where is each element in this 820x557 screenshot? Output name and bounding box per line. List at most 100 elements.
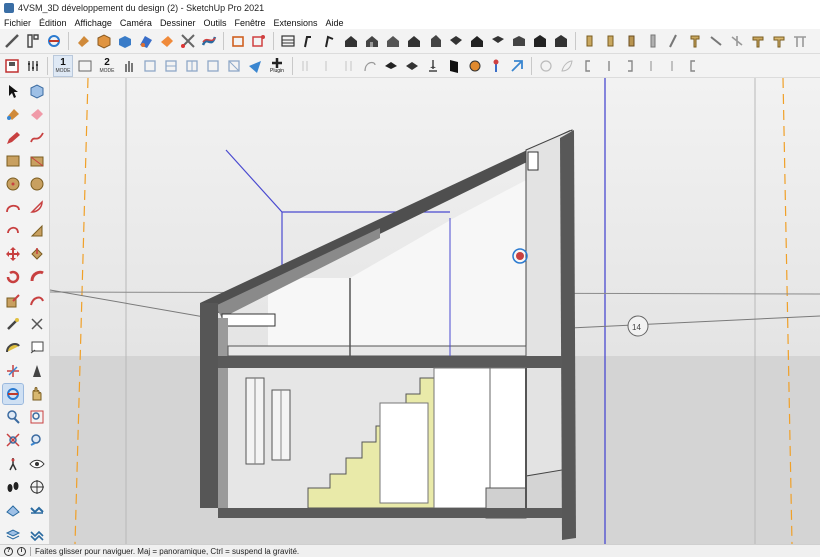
model-viewport[interactable]: 14: [50, 78, 820, 544]
paint-bucket-icon[interactable]: [74, 32, 92, 50]
pie-icon[interactable]: [27, 197, 47, 217]
menu-fichier[interactable]: Fichier: [4, 18, 31, 28]
adjust-icon[interactable]: [24, 57, 42, 75]
previous-view-icon[interactable]: [27, 430, 47, 450]
pencil-icon[interactable]: [3, 128, 23, 148]
house-left-icon[interactable]: [405, 32, 423, 50]
section-display-icon[interactable]: [250, 32, 268, 50]
house-front-icon[interactable]: [363, 32, 381, 50]
polygon-icon[interactable]: [27, 174, 47, 194]
sync-icon[interactable]: [508, 57, 526, 75]
sun-icon[interactable]: [466, 57, 484, 75]
arc-icon[interactable]: [3, 197, 23, 217]
dimension-icon[interactable]: [27, 314, 47, 334]
tape-measure-icon[interactable]: [3, 314, 23, 334]
menu-camera[interactable]: Caméra: [120, 18, 152, 28]
lamp-icon[interactable]: [424, 57, 442, 75]
hand-icon[interactable]: [120, 57, 138, 75]
smoove-icon[interactable]: [27, 524, 47, 544]
paint-icon[interactable]: [137, 32, 155, 50]
layers-icon[interactable]: [3, 524, 23, 544]
paint-bucket-icon[interactable]: [3, 104, 23, 124]
pin-icon[interactable]: [487, 57, 505, 75]
style-icon[interactable]: [321, 32, 339, 50]
house-icon[interactable]: [342, 32, 360, 50]
leaf-icon[interactable]: [558, 57, 576, 75]
curve-icon[interactable]: [361, 57, 379, 75]
move-icon[interactable]: [3, 244, 23, 264]
frame-icon[interactable]: [791, 32, 809, 50]
scale-icon[interactable]: [3, 291, 23, 311]
mode-1-button[interactable]: 1 MODE: [53, 54, 73, 77]
sandbox-icon[interactable]: [3, 500, 23, 520]
slab-icon[interactable]: [770, 32, 788, 50]
sandbox-icon[interactable]: [200, 32, 218, 50]
house-bottom-icon[interactable]: [489, 32, 507, 50]
follow-me-icon[interactable]: [27, 267, 47, 287]
circle-outline-icon[interactable]: [537, 57, 555, 75]
scissors-icon[interactable]: [179, 32, 197, 50]
window-view3-icon[interactable]: [183, 57, 201, 75]
save-icon[interactable]: [3, 57, 21, 75]
window-view-icon[interactable]: [141, 57, 159, 75]
pipe2-icon[interactable]: [642, 57, 660, 75]
pipe-icon[interactable]: [600, 57, 618, 75]
menu-dessiner[interactable]: Dessiner: [160, 18, 196, 28]
rectangle-icon[interactable]: [3, 151, 23, 171]
window-view4-icon[interactable]: [204, 57, 222, 75]
bracket-icon[interactable]: [579, 57, 597, 75]
zoom-icon[interactable]: [3, 407, 23, 427]
menu-aide[interactable]: Aide: [326, 18, 344, 28]
tape-measure-icon[interactable]: [24, 32, 42, 50]
rotate-icon[interactable]: [3, 267, 23, 287]
eraser-icon[interactable]: [158, 32, 176, 50]
eraser-icon[interactable]: [27, 104, 47, 124]
diamond2-icon[interactable]: [403, 57, 421, 75]
house-back-icon[interactable]: [384, 32, 402, 50]
walk-view2-icon[interactable]: [602, 32, 620, 50]
window-view2-icon[interactable]: [162, 57, 180, 75]
orbit-icon[interactable]: [2, 382, 24, 405]
protractor-icon[interactable]: [3, 337, 23, 357]
house-solid-icon[interactable]: [531, 32, 549, 50]
send-icon[interactable]: [246, 57, 264, 75]
column-icon[interactable]: [728, 32, 746, 50]
mode-2-button[interactable]: 2 MODE: [97, 55, 117, 77]
zoom-window-icon[interactable]: [27, 407, 47, 427]
orbit-icon[interactable]: [45, 32, 63, 50]
arc-3pt-icon[interactable]: [3, 221, 23, 241]
grid-icon[interactable]: [298, 57, 316, 75]
look-around-icon[interactable]: [27, 454, 47, 474]
position-camera-icon[interactable]: [3, 454, 23, 474]
pencil-view-icon[interactable]: [300, 32, 318, 50]
circle-icon[interactable]: [3, 174, 23, 194]
geo-location-icon[interactable]: ?: [4, 546, 13, 556]
menu-extensions[interactable]: Extensions: [274, 18, 318, 28]
house-top-icon[interactable]: [447, 32, 465, 50]
menu-outils[interactable]: Outils: [203, 18, 226, 28]
rotated-rectangle-icon[interactable]: [27, 151, 47, 171]
offset-icon[interactable]: [27, 291, 47, 311]
text-icon[interactable]: [27, 337, 47, 357]
rectangle-view-icon[interactable]: [76, 57, 94, 75]
menu-fenetre[interactable]: Fenêtre: [234, 18, 265, 28]
walk-view-icon[interactable]: [581, 32, 599, 50]
beam-icon[interactable]: [707, 32, 725, 50]
house-wire-icon[interactable]: [510, 32, 528, 50]
pan-icon[interactable]: [27, 384, 47, 404]
select-icon[interactable]: [3, 81, 23, 101]
walk-icon[interactable]: [3, 477, 23, 497]
model-scene[interactable]: 14: [50, 78, 820, 544]
diamond-icon[interactable]: [382, 57, 400, 75]
3d-text-icon[interactable]: [27, 361, 47, 381]
line-tool-icon[interactable]: [3, 32, 21, 50]
push-pull-icon[interactable]: [116, 32, 134, 50]
wall-icon[interactable]: [686, 32, 704, 50]
box-icon[interactable]: [95, 32, 113, 50]
house-right-icon[interactable]: [426, 32, 444, 50]
zoom-extents-icon[interactable]: [3, 430, 23, 450]
window-view5-icon[interactable]: [225, 57, 243, 75]
bracket2-icon[interactable]: [621, 57, 639, 75]
roof-icon[interactable]: [749, 32, 767, 50]
grid3-icon[interactable]: [340, 57, 358, 75]
